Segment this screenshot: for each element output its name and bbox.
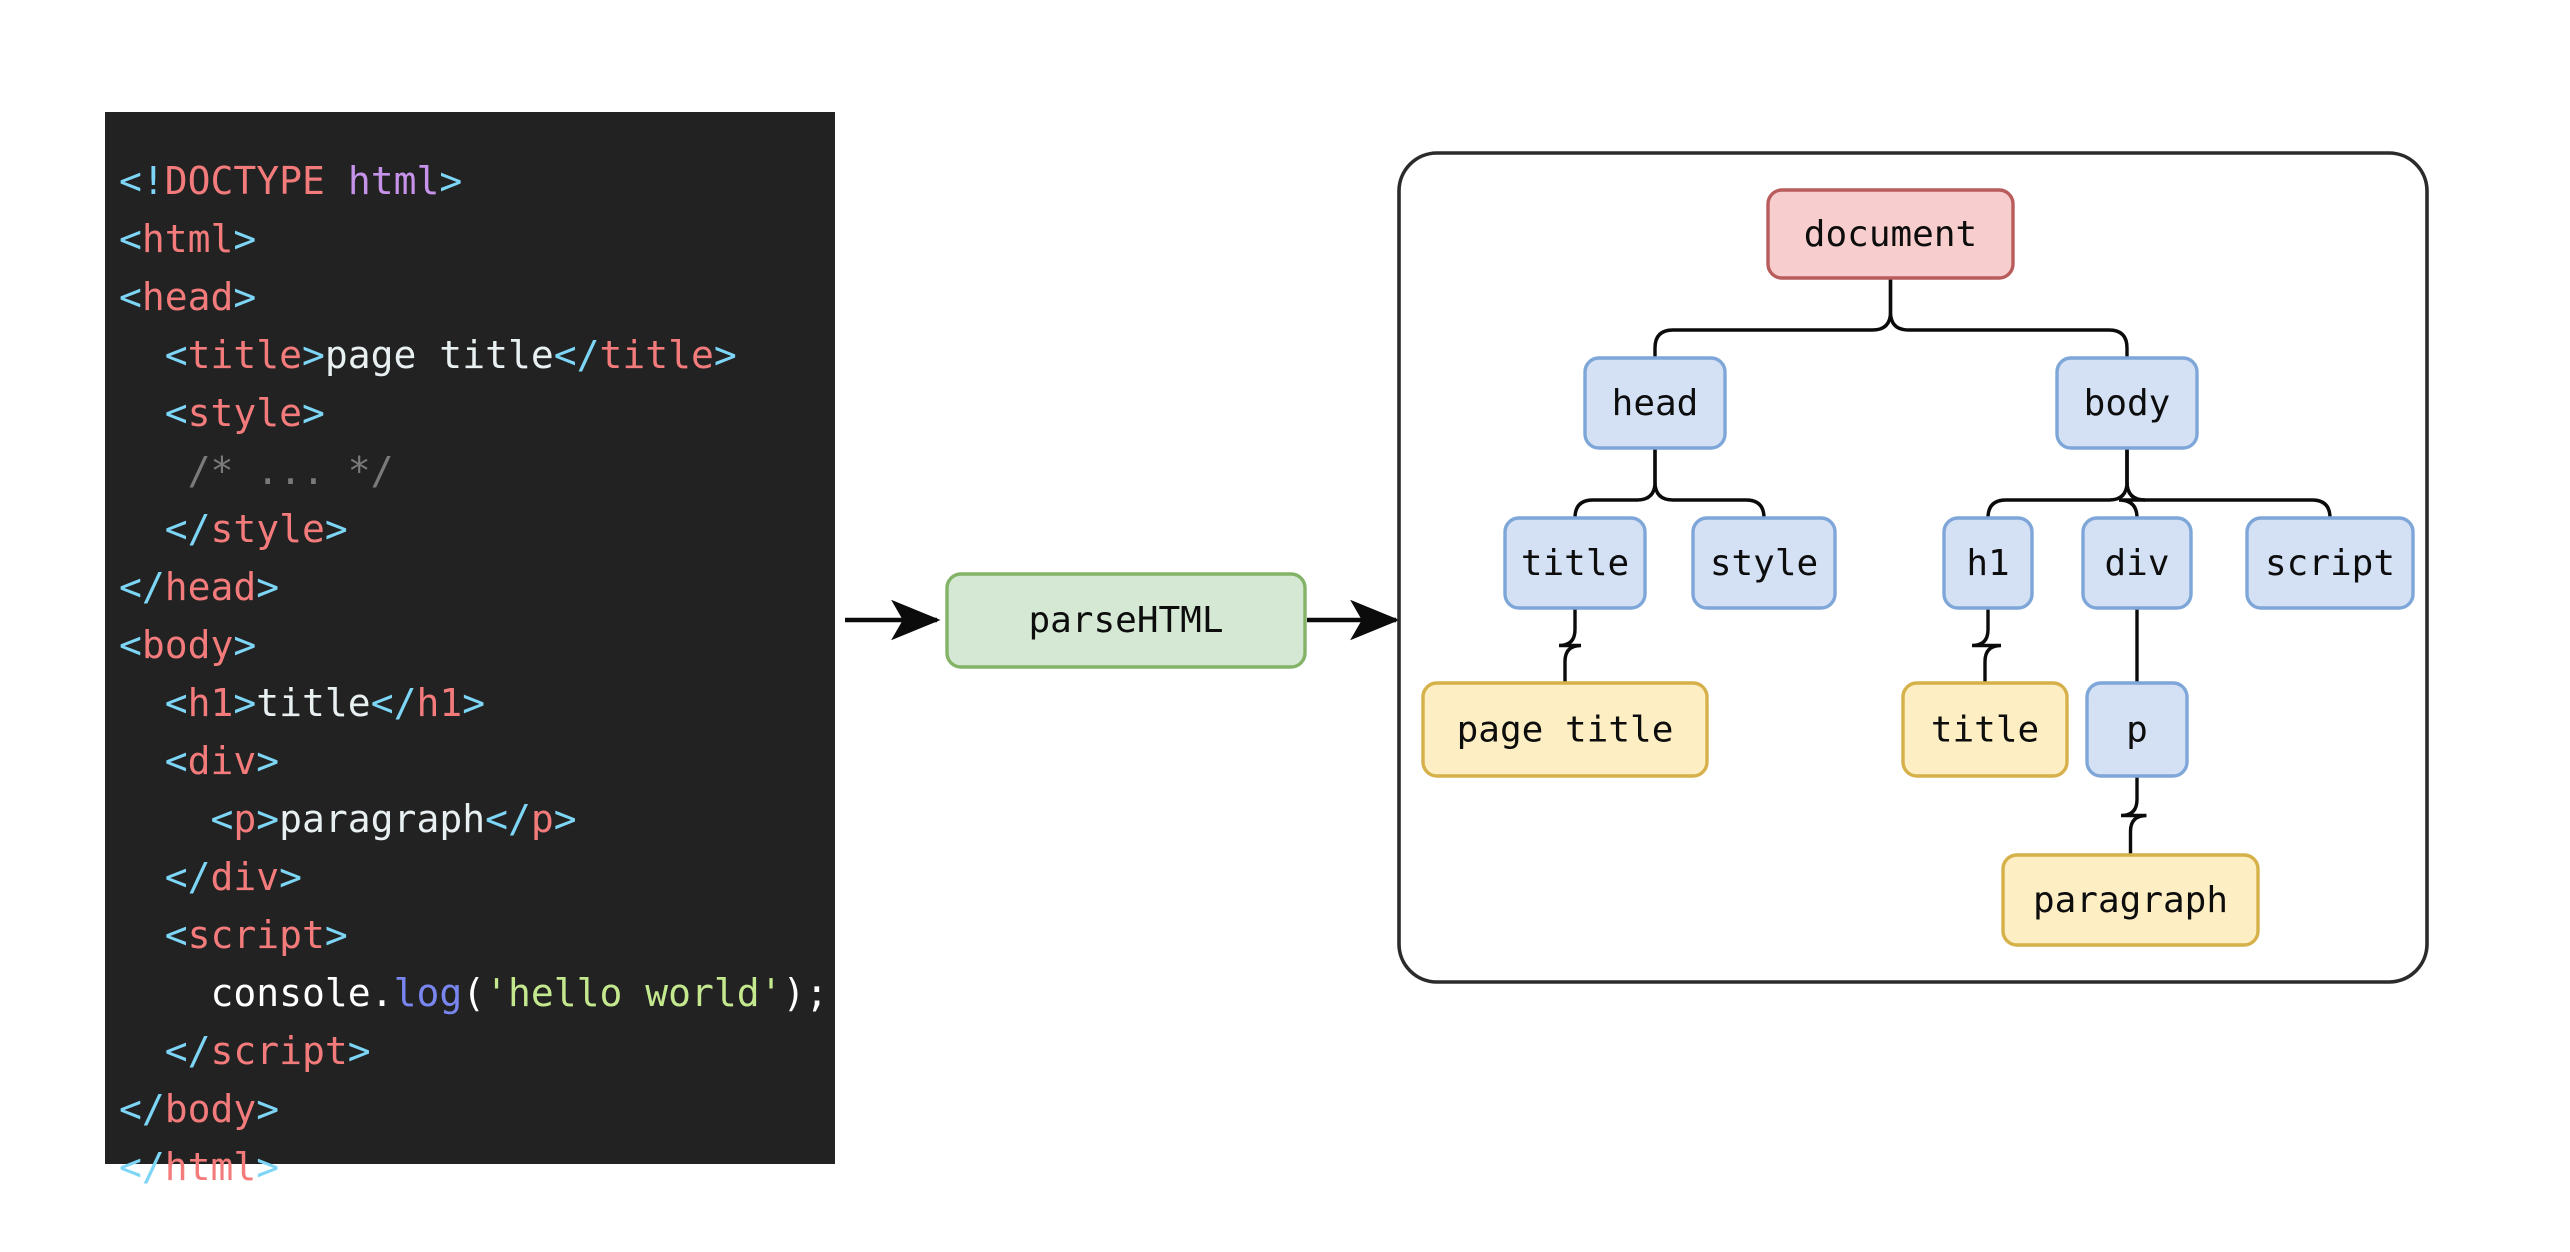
tree-node-paragraph[interactable]: paragraph [2001, 853, 2260, 947]
tree-node-h1[interactable]: h1 [1942, 516, 2034, 610]
tree-node-label: p [2126, 710, 2148, 751]
tree-node-h1-title[interactable]: title [1901, 681, 2069, 778]
tree-node-label: div [2104, 543, 2169, 584]
tree-node-div[interactable]: div [2081, 516, 2193, 610]
tree-node-label: page title [1457, 710, 1674, 751]
parse-html-process-node[interactable]: parseHTML [945, 572, 1307, 669]
tree-node-body[interactable]: body [2055, 356, 2199, 450]
tree-node-title[interactable]: title [1503, 516, 1647, 610]
tree-node-label: body [2084, 383, 2171, 424]
tree-node-style[interactable]: style [1691, 516, 1837, 610]
dom-tree-diagram: parseHTML document head body title style h1 di… [845, 151, 2429, 984]
tree-node-label: document [1804, 214, 1977, 255]
tree-node-label: style [1710, 543, 1818, 584]
tree-node-document[interactable]: document [1766, 188, 2015, 280]
tree-node-label: head [1612, 383, 1699, 424]
tree-node-script[interactable]: script [2245, 516, 2415, 610]
tree-node-page-title[interactable]: page title [1421, 681, 1709, 778]
tree-node-head[interactable]: head [1583, 356, 1727, 450]
tree-node-label: title [1521, 543, 1629, 584]
tree-node-label: title [1931, 710, 2039, 751]
tree-node-label: paragraph [2033, 880, 2228, 921]
tree-node-p[interactable]: p [2085, 681, 2189, 778]
tree-node-label: script [2265, 543, 2395, 584]
parse-html-label: parseHTML [1028, 600, 1223, 641]
tree-node-label: h1 [1966, 543, 2009, 584]
